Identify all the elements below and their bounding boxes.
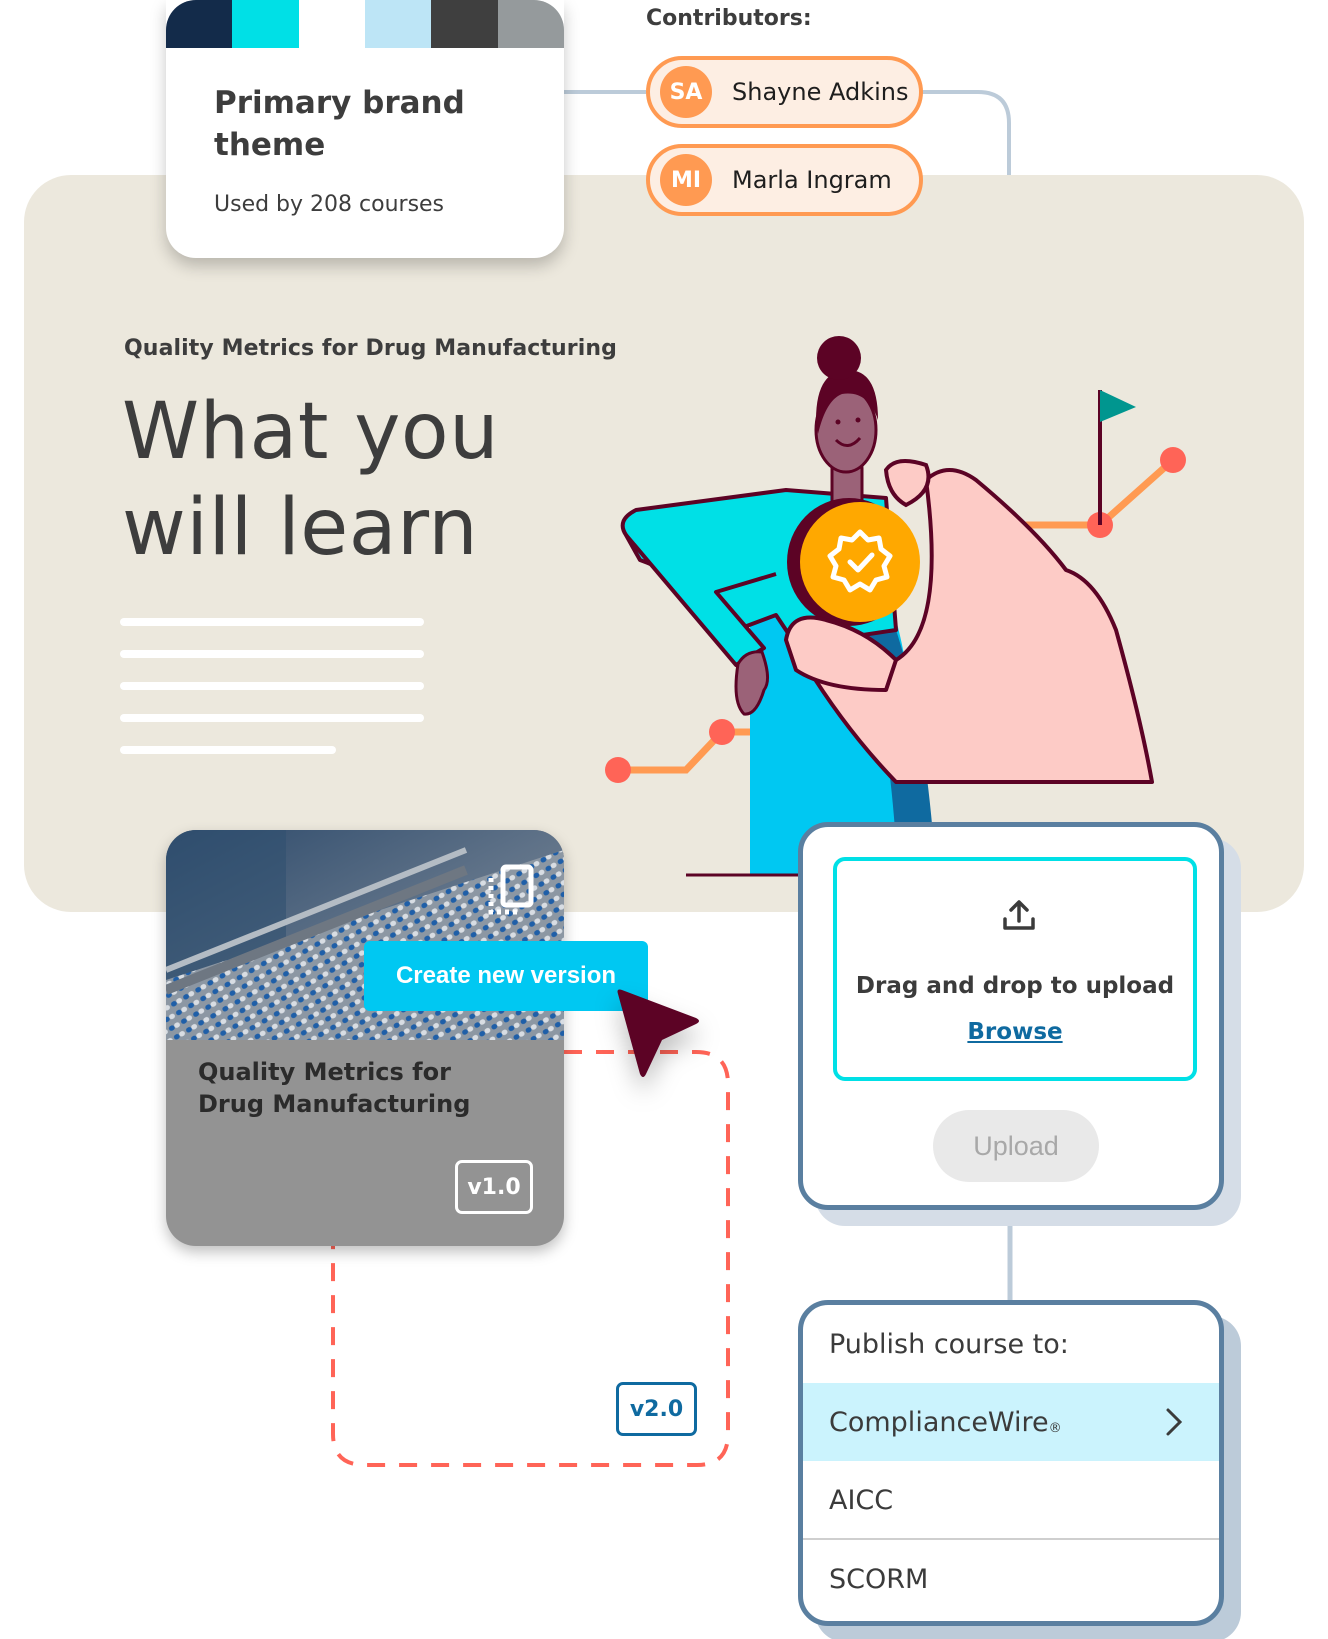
connector-contributors-hero [922, 90, 1011, 178]
illustration-person-with-badge [605, 336, 1186, 877]
hero-title: What you will learn [122, 384, 499, 576]
hero-title-line-1: What you [122, 387, 500, 477]
brand-theme-card[interactable]: Primary brand theme Used by 208 courses [166, 0, 564, 258]
color-swatch [364, 0, 432, 48]
text-placeholder-line [120, 618, 424, 626]
color-swatches [166, 0, 564, 48]
color-swatch [166, 0, 233, 48]
option-label: SCORM [829, 1563, 929, 1595]
theme-title: Primary brand theme [214, 85, 465, 163]
publish-option-aicc[interactable]: AICC [803, 1461, 1219, 1539]
contributors-label: Contributors: [646, 6, 812, 31]
create-new-version-button[interactable]: Create new version [364, 941, 648, 1011]
text-placeholder-line [120, 650, 424, 658]
contributor-chip[interactable]: MI Marla Ingram [646, 144, 923, 216]
color-swatch [298, 0, 365, 48]
avatar: SA [660, 66, 712, 118]
version-badge: v1.0 [455, 1160, 533, 1214]
course-title: Quality Metrics for Drug Manufacturing [198, 1058, 471, 1118]
color-swatch [232, 0, 299, 48]
theme-usage-count: Used by 208 courses [214, 192, 445, 217]
new-version-badge: v2.0 [616, 1382, 697, 1436]
contributor-chip[interactable]: SA Shayne Adkins [646, 56, 923, 128]
chart-line-left [605, 719, 772, 783]
badge-coin [787, 498, 920, 626]
upload-icon [1003, 900, 1035, 930]
text-placeholder-line [120, 714, 424, 722]
course-card[interactable]: Quality Metrics for Drug Manufacturing v… [166, 830, 564, 1246]
upload-card: Drag and drop to upload Browse Upload [798, 822, 1224, 1210]
upload-button[interactable]: Upload [933, 1110, 1099, 1182]
avatar: MI [660, 154, 712, 206]
publish-card: Publish course to: ComplianceWire ® AICC … [798, 1300, 1224, 1626]
chevron-right-icon [1166, 1408, 1183, 1436]
registered-mark: ® [1048, 1420, 1062, 1436]
publish-option-scorm[interactable]: SCORM [803, 1540, 1219, 1618]
publish-title: Publish course to: [829, 1329, 1069, 1360]
mouse-cursor-icon [617, 989, 699, 1077]
contributor-name: Shayne Adkins [732, 78, 909, 106]
version-copy-icon[interactable] [485, 864, 535, 916]
contributor-name: Marla Ingram [732, 166, 892, 194]
hero-subtitle: Quality Metrics for Drug Manufacturing [124, 336, 617, 361]
drag-drop-label: Drag and drop to upload [855, 973, 1175, 999]
text-placeholder-line [120, 746, 336, 754]
browse-link[interactable]: Browse [837, 1019, 1193, 1045]
file-dropzone[interactable]: Drag and drop to upload Browse [833, 857, 1197, 1081]
publish-option-compliancewire[interactable]: ComplianceWire ® [803, 1383, 1219, 1461]
text-placeholder-line [120, 682, 424, 690]
option-label: AICC [829, 1484, 894, 1516]
option-label: ComplianceWire [829, 1406, 1049, 1438]
color-swatch [497, 0, 564, 48]
color-swatch [431, 0, 498, 48]
hero-title-line-2: will learn [122, 483, 479, 573]
